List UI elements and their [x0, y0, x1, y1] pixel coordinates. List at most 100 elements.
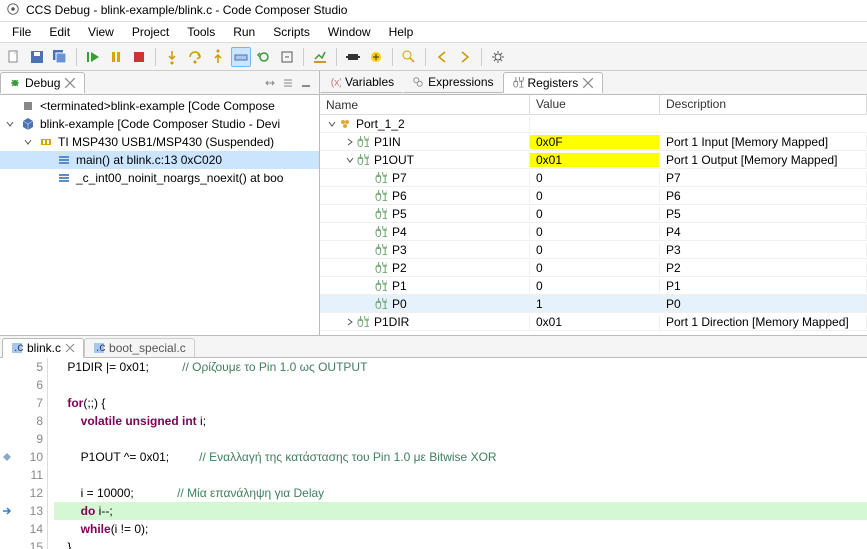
debug-tree-item[interactable]: TI MSP430 USB1/MSP430 (Suspended) — [0, 133, 319, 151]
c-file-icon: .c — [93, 342, 105, 354]
register-row[interactable]: Port_1_2 — [320, 115, 867, 133]
svg-text:.c: .c — [96, 342, 105, 354]
code-line[interactable]: } — [54, 538, 867, 549]
menu-window[interactable]: Window — [320, 23, 379, 41]
register-row[interactable]: 10100101P60P6 — [320, 187, 867, 205]
chevron-icon — [40, 154, 52, 166]
step-over-icon[interactable] — [185, 47, 205, 67]
svg-text:0101: 0101 — [375, 262, 387, 274]
resume-icon[interactable] — [83, 47, 103, 67]
new-connection-icon[interactable] — [366, 47, 386, 67]
code-line[interactable]: do i--; — [54, 502, 867, 520]
search-icon[interactable] — [399, 47, 419, 67]
register-row[interactable]: 10100101P1DIR0x01Port 1 Direction [Memor… — [320, 313, 867, 331]
chevron-icon[interactable] — [344, 154, 356, 166]
tab-registers[interactable]: 10100101Registers — [503, 72, 604, 93]
code-line[interactable]: i = 10000; // Μία επανάληψη για Delay — [54, 484, 867, 502]
col-name: Name — [320, 95, 530, 114]
reg-icon: 10100101 — [374, 297, 388, 311]
reg-icon: 10100101 — [374, 171, 388, 185]
menu-help[interactable]: Help — [381, 23, 422, 41]
stack-icon — [56, 152, 72, 168]
code-content[interactable]: P1DIR |= 0x01; // Ορίζουμε το Pin 1.0 ως… — [48, 358, 867, 549]
register-row[interactable]: 10100101P1OUT0x01Port 1 Output [Memory M… — [320, 151, 867, 169]
chevron-icon[interactable] — [326, 118, 338, 130]
chevron-icon[interactable] — [4, 118, 16, 130]
debug-tree-item[interactable]: blink-example [Code Composer Studio - De… — [0, 115, 319, 133]
menu-file[interactable]: File — [4, 23, 39, 41]
menu-tools[interactable]: Tools — [179, 23, 223, 41]
register-row[interactable]: 10100101P30P3 — [320, 241, 867, 259]
tree-label: TI MSP430 USB1/MSP430 (Suspended) — [58, 135, 274, 149]
debug-tree-item[interactable]: <terminated>blink-example [Code Compose — [0, 97, 319, 115]
link-icon[interactable] — [263, 76, 277, 90]
close-icon[interactable] — [65, 343, 75, 353]
arrow-marker-icon — [0, 502, 14, 520]
back-icon[interactable] — [432, 47, 452, 67]
code-line[interactable]: while(i != 0); — [54, 520, 867, 538]
register-row[interactable]: 10100101P10P1 — [320, 277, 867, 295]
register-row[interactable]: 10100101P01P0 — [320, 295, 867, 313]
debug-tree[interactable]: <terminated>blink-example [Code Composeb… — [0, 95, 319, 335]
chevron-icon[interactable] — [344, 316, 356, 328]
chevron-icon — [362, 244, 374, 256]
code-line[interactable]: for(;;) { — [54, 394, 867, 412]
tree-label: main() at blink.c:13 0xC020 — [76, 153, 222, 167]
editor-tab[interactable]: .cblink.c — [2, 338, 84, 358]
menu-run[interactable]: Run — [225, 23, 263, 41]
empty — [0, 538, 14, 549]
main-toolbar — [0, 43, 867, 71]
terminate-icon[interactable] — [129, 47, 149, 67]
registers-table[interactable]: Name Value Description Port_1_210100101P… — [320, 95, 867, 335]
gear-icon[interactable] — [488, 47, 508, 67]
minimize-icon[interactable] — [299, 76, 313, 90]
chevron-icon — [362, 280, 374, 292]
assembly-step-icon[interactable] — [231, 47, 251, 67]
chevron-icon[interactable] — [22, 136, 34, 148]
editor-tab[interactable]: .cboot_special.c — [84, 338, 195, 358]
code-line[interactable]: volatile unsigned int i; — [54, 412, 867, 430]
chevron-icon — [362, 298, 374, 310]
build-icon[interactable] — [310, 47, 330, 67]
chevron-icon[interactable] — [344, 136, 356, 148]
debug-tree-item[interactable]: _c_int00_noinit_noargs_noexit() at boo — [0, 169, 319, 187]
menu-icon[interactable] — [281, 76, 295, 90]
code-line[interactable] — [54, 466, 867, 484]
register-row[interactable]: 10100101P50P5 — [320, 205, 867, 223]
code-line[interactable] — [54, 430, 867, 448]
code-editor[interactable]: 56789101112131415 P1DIR |= 0x01; // Ορίζ… — [0, 358, 867, 549]
forward-icon[interactable] — [455, 47, 475, 67]
svg-text:0101: 0101 — [375, 280, 387, 292]
svg-text:0101: 0101 — [375, 226, 387, 238]
tab-expressions[interactable]: Expressions — [403, 71, 502, 93]
menu-view[interactable]: View — [80, 23, 122, 41]
reg-icon: 10100101 — [356, 153, 370, 167]
close-icon[interactable] — [64, 77, 76, 89]
code-line[interactable] — [54, 376, 867, 394]
code-line[interactable]: P1DIR |= 0x01; // Ορίζουμε το Pin 1.0 ως… — [54, 358, 867, 376]
empty — [0, 484, 14, 502]
register-row[interactable]: 10100101P40P4 — [320, 223, 867, 241]
debug-tab[interactable]: Debug — [0, 72, 85, 93]
menu-project[interactable]: Project — [124, 23, 177, 41]
new-icon[interactable] — [4, 47, 24, 67]
menu-scripts[interactable]: Scripts — [265, 23, 318, 41]
register-row[interactable]: 10100101P1IN0x0FPort 1 Input [Memory Map… — [320, 133, 867, 151]
step-return-icon[interactable] — [208, 47, 228, 67]
tab-variables[interactable]: (x)Variables — [320, 71, 403, 93]
restart-icon[interactable] — [254, 47, 274, 67]
register-row[interactable]: 10100101P20P2 — [320, 259, 867, 277]
register-row[interactable]: 10100101P70P7 — [320, 169, 867, 187]
code-line[interactable]: P1OUT ^= 0x01; // Εναλλαγή της κατάσταση… — [54, 448, 867, 466]
menu-edit[interactable]: Edit — [41, 23, 78, 41]
close-icon[interactable] — [582, 77, 594, 89]
step-into-icon[interactable] — [162, 47, 182, 67]
debug-tree-item[interactable]: main() at blink.c:13 0xC020 — [0, 151, 319, 169]
reset-icon[interactable] — [277, 47, 297, 67]
save-icon[interactable] — [27, 47, 47, 67]
flash-icon[interactable] — [343, 47, 363, 67]
app-icon — [6, 2, 20, 19]
cube-icon — [20, 116, 36, 132]
save-all-icon[interactable] — [50, 47, 70, 67]
suspend-icon[interactable] — [106, 47, 126, 67]
